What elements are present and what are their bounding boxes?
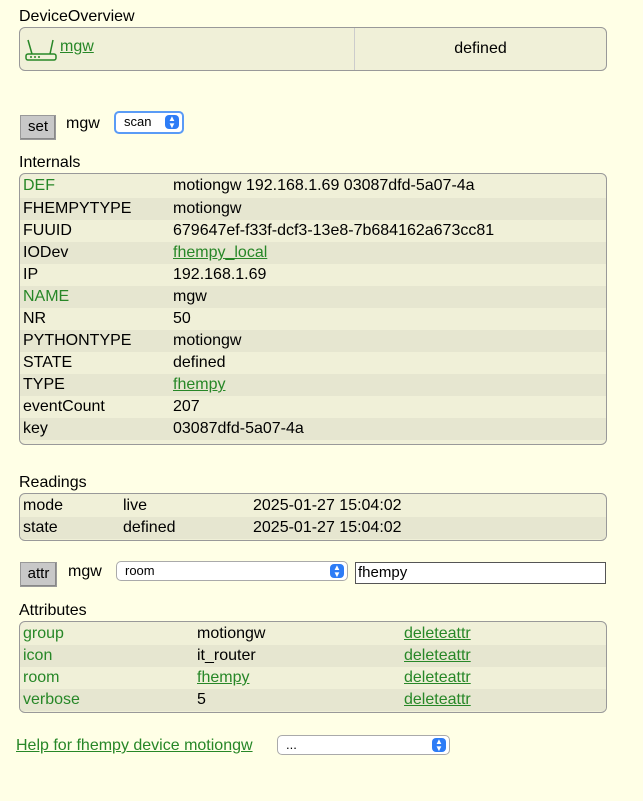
attribute-value: it_router	[197, 647, 256, 664]
help-link[interactable]: Help for fhempy device motiongw	[16, 737, 253, 755]
internal-row: IP 192.168.1.69	[20, 264, 606, 286]
internal-key: TYPE	[23, 376, 65, 393]
iodev-link[interactable]: fhempy_local	[173, 242, 267, 264]
internal-value: motiongw	[173, 332, 242, 349]
reading-row: state defined 2025-01-27 15:04:02	[20, 517, 606, 539]
readings-title: Readings	[19, 474, 87, 491]
chevron-updown-icon: ▲ ▼	[432, 738, 446, 753]
attribute-row: group motiongw deleteattr	[20, 623, 606, 645]
internal-row: FHEMPYTYPE motiongw	[20, 198, 606, 220]
internal-value: defined	[173, 354, 226, 371]
internal-key[interactable]: NAME	[23, 286, 69, 308]
delete-attr-link[interactable]: deleteattr	[404, 645, 471, 667]
device-overview-panel: mgw defined	[19, 27, 607, 71]
device-name-link[interactable]: mgw	[60, 38, 94, 56]
attribute-row: verbose 5 deleteattr	[20, 689, 606, 711]
internals-title: Internals	[19, 154, 81, 171]
internal-value: 03087dfd-5a07-4a	[173, 420, 304, 437]
internal-row: PYTHONTYPE motiongw	[20, 330, 606, 352]
internal-key: IODev	[23, 244, 69, 261]
internal-row: FUUID 679647ef-f33f-dcf3-13e8-7b684162a6…	[20, 220, 606, 242]
attr-button[interactable]: attr	[20, 562, 57, 587]
device-actions-select-value: ...	[286, 737, 297, 752]
internal-row: DEF motiongw 192.168.1.69 03087dfd-5a07-…	[20, 174, 606, 198]
internal-key: FUUID	[23, 222, 72, 239]
device-overview-name-cell: mgw	[20, 28, 355, 70]
reading-name: state	[23, 519, 58, 536]
readings-table: mode live 2025-01-27 15:04:02 state defi…	[19, 493, 607, 541]
internal-value: 679647ef-f33f-dcf3-13e8-7b684162a673cc81	[173, 222, 495, 239]
attr-name-select-value: room	[125, 563, 155, 578]
internal-key: eventCount	[23, 398, 105, 415]
chevron-updown-icon: ▲ ▼	[165, 115, 179, 130]
attr-name-select[interactable]: room ▲ ▼	[116, 561, 348, 581]
attribute-row: room fhempy deleteattr	[20, 667, 606, 689]
internal-key[interactable]: DEF	[23, 174, 55, 198]
room-link[interactable]: fhempy	[197, 667, 249, 689]
internal-row: TYPE fhempy	[20, 374, 606, 396]
internal-value: 192.168.1.69	[173, 266, 267, 283]
attribute-value: 5	[197, 691, 206, 708]
attr-value-input[interactable]: fhempy	[355, 562, 606, 584]
internal-row: IODev fhempy_local	[20, 242, 606, 264]
internal-value: 207	[173, 398, 200, 415]
delete-attr-link[interactable]: deleteattr	[404, 623, 471, 645]
attribute-name[interactable]: icon	[23, 645, 52, 667]
reading-value: defined	[123, 519, 176, 536]
internal-row: key 03087dfd-5a07-4a	[20, 418, 606, 440]
internal-value: mgw	[173, 288, 207, 305]
set-button[interactable]: set	[20, 115, 56, 140]
set-command-select-value: scan	[124, 114, 152, 129]
attribute-name[interactable]: room	[23, 667, 59, 689]
internals-table: DEF motiongw 192.168.1.69 03087dfd-5a07-…	[19, 173, 607, 445]
set-command-select[interactable]: scan ▲ ▼	[114, 111, 184, 134]
device-overview-title: DeviceOverview	[19, 8, 135, 25]
attribute-value: motiongw	[197, 625, 266, 642]
reading-row: mode live 2025-01-27 15:04:02	[20, 495, 606, 517]
attributes-table: group motiongw deleteattr icon it_router…	[19, 621, 607, 713]
reading-time: 2025-01-27 15:04:02	[253, 497, 402, 514]
internal-row: NAME mgw	[20, 286, 606, 308]
reading-value: live	[123, 497, 148, 514]
internal-row: STATE defined	[20, 352, 606, 374]
delete-attr-link[interactable]: deleteattr	[404, 689, 471, 711]
internal-key: STATE	[23, 354, 73, 371]
device-actions-select[interactable]: ... ▲ ▼	[277, 735, 450, 755]
type-link[interactable]: fhempy	[173, 374, 225, 396]
internal-row: NR 50	[20, 308, 606, 330]
internal-key: IP	[23, 266, 39, 283]
internal-key: FHEMPYTYPE	[23, 200, 132, 217]
attr-device-label: mgw	[68, 563, 102, 580]
device-state: defined	[454, 40, 507, 57]
attribute-name[interactable]: verbose	[23, 689, 80, 711]
internal-value: 50	[173, 310, 191, 327]
set-device-label: mgw	[66, 115, 100, 132]
attribute-name[interactable]: group	[23, 623, 64, 645]
chevron-updown-icon: ▲ ▼	[330, 564, 344, 579]
internal-row: eventCount 207	[20, 396, 606, 418]
delete-attr-link[interactable]: deleteattr	[404, 667, 471, 689]
internal-key: NR	[23, 310, 47, 327]
reading-name: mode	[23, 497, 64, 514]
internal-key: PYTHONTYPE	[23, 332, 132, 349]
router-icon[interactable]	[24, 38, 58, 67]
internal-key: key	[23, 420, 48, 437]
internal-value: motiongw	[173, 200, 242, 217]
internal-value: motiongw 192.168.1.69 03087dfd-5a07-4a	[173, 177, 475, 194]
attributes-title: Attributes	[19, 602, 87, 619]
reading-time: 2025-01-27 15:04:02	[253, 519, 402, 536]
attribute-row: icon it_router deleteattr	[20, 645, 606, 667]
